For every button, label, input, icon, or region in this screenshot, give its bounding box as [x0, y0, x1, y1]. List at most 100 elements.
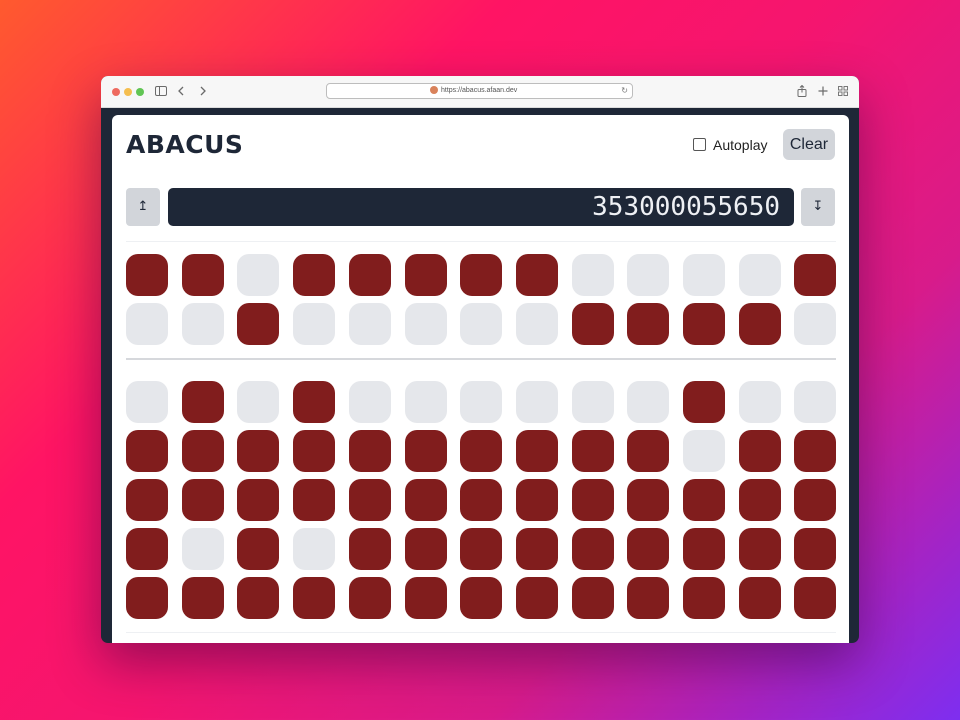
lower-bead[interactable]: [237, 381, 279, 423]
lower-bead[interactable]: [572, 381, 614, 423]
shift-up-button[interactable]: ↥: [126, 188, 160, 226]
lower-bead[interactable]: [739, 528, 781, 570]
lower-bead[interactable]: [126, 430, 168, 472]
lower-bead[interactable]: [237, 430, 279, 472]
upper-bead[interactable]: [237, 254, 279, 296]
plus-icon[interactable]: [818, 83, 828, 100]
lower-bead[interactable]: [182, 479, 224, 521]
lower-bead[interactable]: [237, 577, 279, 619]
lower-bead[interactable]: [460, 479, 502, 521]
sidebar-icon[interactable]: [155, 83, 167, 100]
upper-bead[interactable]: [237, 303, 279, 345]
lower-bead[interactable]: [126, 577, 168, 619]
lower-bead[interactable]: [405, 381, 447, 423]
lower-bead[interactable]: [794, 479, 836, 521]
chevron-right-icon[interactable]: [199, 83, 207, 100]
upper-bead[interactable]: [126, 254, 168, 296]
upper-bead[interactable]: [293, 254, 335, 296]
lower-bead[interactable]: [739, 479, 781, 521]
lower-bead[interactable]: [516, 479, 558, 521]
autoplay-label[interactable]: Autoplay: [713, 136, 767, 154]
lower-bead[interactable]: [794, 577, 836, 619]
lower-bead[interactable]: [460, 528, 502, 570]
clear-button[interactable]: Clear: [783, 129, 835, 160]
address-bar[interactable]: https://abacus.afaan.dev ↻: [326, 83, 633, 99]
lower-bead[interactable]: [683, 577, 725, 619]
lower-bead[interactable]: [349, 528, 391, 570]
lower-bead[interactable]: [237, 528, 279, 570]
chevron-left-icon[interactable]: [177, 83, 185, 100]
share-icon[interactable]: [797, 83, 807, 101]
lower-bead[interactable]: [293, 381, 335, 423]
tab-overview-icon[interactable]: [838, 83, 848, 100]
lower-bead[interactable]: [627, 577, 669, 619]
upper-bead[interactable]: [182, 254, 224, 296]
lower-bead[interactable]: [182, 577, 224, 619]
close-window-button[interactable]: [112, 88, 120, 96]
upper-bead[interactable]: [572, 303, 614, 345]
lower-bead[interactable]: [627, 430, 669, 472]
lower-bead[interactable]: [293, 528, 335, 570]
zoom-window-button[interactable]: [136, 88, 144, 96]
minimize-window-button[interactable]: [124, 88, 132, 96]
lower-bead[interactable]: [460, 430, 502, 472]
lower-bead[interactable]: [126, 381, 168, 423]
upper-bead[interactable]: [683, 254, 725, 296]
lower-bead[interactable]: [460, 381, 502, 423]
upper-bead[interactable]: [794, 254, 836, 296]
lower-bead[interactable]: [460, 577, 502, 619]
lower-bead[interactable]: [683, 381, 725, 423]
upper-bead[interactable]: [349, 303, 391, 345]
lower-bead[interactable]: [739, 430, 781, 472]
lower-bead[interactable]: [739, 577, 781, 619]
upper-bead[interactable]: [349, 254, 391, 296]
lower-bead[interactable]: [794, 528, 836, 570]
lower-bead[interactable]: [293, 430, 335, 472]
upper-bead[interactable]: [405, 254, 447, 296]
lower-bead[interactable]: [572, 430, 614, 472]
lower-bead[interactable]: [293, 577, 335, 619]
upper-bead[interactable]: [627, 254, 669, 296]
lower-bead[interactable]: [516, 430, 558, 472]
upper-bead[interactable]: [739, 254, 781, 296]
lower-bead[interactable]: [405, 479, 447, 521]
lower-bead[interactable]: [349, 381, 391, 423]
lower-bead[interactable]: [126, 528, 168, 570]
lower-bead[interactable]: [683, 528, 725, 570]
upper-bead[interactable]: [182, 303, 224, 345]
lower-bead[interactable]: [349, 577, 391, 619]
lower-bead[interactable]: [349, 479, 391, 521]
upper-bead[interactable]: [516, 254, 558, 296]
lower-bead[interactable]: [182, 381, 224, 423]
upper-bead[interactable]: [739, 303, 781, 345]
lower-bead[interactable]: [405, 430, 447, 472]
lower-bead[interactable]: [627, 528, 669, 570]
lower-bead[interactable]: [572, 528, 614, 570]
lower-bead[interactable]: [572, 479, 614, 521]
upper-bead[interactable]: [126, 303, 168, 345]
lower-bead[interactable]: [516, 381, 558, 423]
reload-icon[interactable]: ↻: [621, 84, 628, 98]
upper-bead[interactable]: [460, 254, 502, 296]
lower-bead[interactable]: [794, 430, 836, 472]
lower-bead[interactable]: [683, 479, 725, 521]
lower-bead[interactable]: [683, 430, 725, 472]
upper-bead[interactable]: [572, 254, 614, 296]
shift-down-button[interactable]: ↧: [801, 188, 835, 226]
lower-bead[interactable]: [405, 528, 447, 570]
lower-bead[interactable]: [739, 381, 781, 423]
lower-bead[interactable]: [293, 479, 335, 521]
autoplay-checkbox[interactable]: [693, 138, 706, 151]
lower-bead[interactable]: [237, 479, 279, 521]
lower-bead[interactable]: [627, 381, 669, 423]
lower-bead[interactable]: [349, 430, 391, 472]
lower-bead[interactable]: [516, 577, 558, 619]
lower-bead[interactable]: [516, 528, 558, 570]
lower-bead[interactable]: [405, 577, 447, 619]
upper-bead[interactable]: [405, 303, 447, 345]
lower-bead[interactable]: [182, 528, 224, 570]
upper-bead[interactable]: [627, 303, 669, 345]
upper-bead[interactable]: [293, 303, 335, 345]
upper-bead[interactable]: [460, 303, 502, 345]
lower-bead[interactable]: [126, 479, 168, 521]
